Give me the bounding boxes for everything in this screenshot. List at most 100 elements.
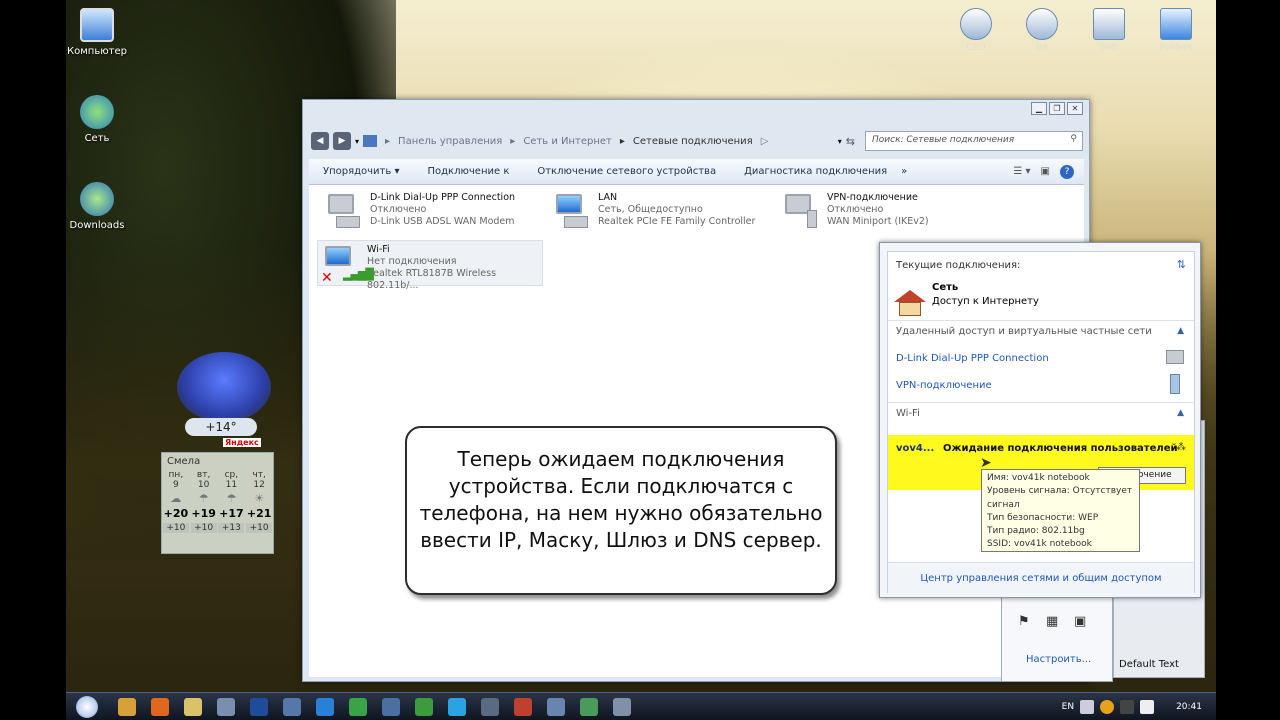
letterbox-right: [1216, 0, 1280, 720]
clock[interactable]: 20:41: [1176, 702, 1202, 712]
skype-icon[interactable]: [448, 697, 466, 716]
maximize-icon[interactable]: ❐: [1049, 102, 1065, 115]
desktop-icon-seo[interactable]: СЕО: [954, 8, 998, 53]
connection-item[interactable]: VPN-подключение Отключено WAN Miniport (…: [778, 189, 1004, 235]
flag-icon[interactable]: ⚑: [1018, 614, 1030, 629]
network-center-link[interactable]: Центр управления сетями и общим доступом: [888, 562, 1194, 593]
desktop-icon-label: Downloads: [69, 220, 125, 231]
connection-item[interactable]: D-Link Dial-Up PPP Connection Отключено …: [321, 189, 547, 235]
connection-device: Realtek RTL8187B Wireless 802.11b/...: [367, 268, 497, 291]
organize-button[interactable]: Упорядочить ▾: [309, 166, 413, 177]
connection-device: Realtek PCIe FE Family Controller: [598, 216, 756, 227]
connection-status: Сеть, Общедоступно: [598, 204, 703, 215]
configure-link[interactable]: Настроить...: [1026, 654, 1091, 665]
minimize-icon[interactable]: ▁: [1031, 102, 1047, 115]
current-connections-label: Текущие подключения:: [896, 260, 1021, 271]
network-tray-icon[interactable]: ▦: [1046, 614, 1058, 629]
camera-icon[interactable]: ▣: [1074, 614, 1086, 629]
connect-to-button[interactable]: Подключение к: [413, 166, 523, 177]
history-dropdown-icon[interactable]: ▾: [838, 137, 842, 146]
tray-app-icon[interactable]: [1120, 699, 1135, 714]
breadcrumb-item[interactable]: Сеть и Интернет: [523, 136, 612, 147]
ie-icon[interactable]: [316, 697, 334, 716]
taskbar: EN 20:41: [66, 692, 1216, 720]
document-icon[interactable]: [217, 697, 235, 716]
breadcrumb-item[interactable]: Сетевые подключения: [633, 136, 753, 147]
weather-gadget[interactable]: +14° Яндекс: [173, 352, 273, 452]
connection-name: D-Link Dial-Up PPP Connection: [370, 192, 516, 203]
connection-name: VPN-подключение: [827, 192, 918, 203]
chevron-down-icon[interactable]: ▾: [355, 137, 359, 146]
forecast-day: чт, 12: [252, 470, 266, 490]
explorer-icon[interactable]: [547, 697, 565, 716]
tooltip-line: сигнал: [987, 499, 1020, 510]
wifi-connection-icon: ✕ ▂▄▆█: [321, 244, 374, 286]
forecast-low: +10: [246, 523, 273, 533]
network-icon: [80, 95, 114, 129]
globe-icon: [80, 182, 114, 216]
flyout-item-dlink[interactable]: D-Link Dial-Up PPP Connection: [896, 353, 1049, 364]
instruction-callout: Теперь ожидаем подключения устройства. Е…: [405, 426, 837, 595]
tray-app-icon[interactable]: [1140, 699, 1155, 714]
desktop-icon-folders[interactable]: Folders: [1154, 8, 1198, 53]
breadcrumb-sep-icon: ▸: [385, 135, 391, 147]
breadcrumb: ▸ Панель управления ▸ Сеть и Интернет ▸ …: [385, 136, 768, 147]
save-icon[interactable]: [283, 697, 301, 716]
utorrent-icon[interactable]: [415, 697, 433, 716]
connection-status: Отключено: [370, 204, 427, 215]
weather-city: Смела: [167, 456, 201, 467]
photoshop-icon[interactable]: [250, 697, 268, 716]
signal-bars-icon: ▂▄▆█: [343, 268, 374, 281]
desktop-icon-int[interactable]: Int: [1020, 8, 1064, 53]
connection-name: Wi-Fi: [367, 244, 390, 255]
refresh-icon[interactable]: ⇆: [846, 135, 855, 148]
clock-icon: [1026, 8, 1058, 40]
media-icon[interactable]: [514, 697, 532, 716]
diagnose-button[interactable]: Диагностика подключения: [730, 166, 901, 177]
close-icon[interactable]: ✕: [1067, 102, 1083, 115]
cloud-icon: ☁: [170, 492, 182, 505]
desktop-icon-computer[interactable]: Компьютер: [62, 8, 132, 57]
forecast-high: +20: [163, 507, 189, 520]
connection-item[interactable]: LAN Сеть, Общедоступно Realtek PCIe FE F…: [549, 189, 775, 235]
firefox-icon[interactable]: [151, 697, 169, 716]
flyout-item-vpn[interactable]: VPN-подключение: [896, 380, 992, 391]
search-input[interactable]: Поиск: Сетевые подключения ⚲: [865, 131, 1083, 151]
tooltip-line: Имя: vov41k notebook: [987, 473, 1090, 483]
tooltip-line: SSID: vov41k notebook: [987, 539, 1092, 550]
tray-app-icon[interactable]: [1100, 699, 1115, 714]
globe-icon[interactable]: [382, 697, 400, 716]
desktop-icon-downloads[interactable]: Downloads: [62, 182, 132, 231]
forward-button[interactable]: ▶: [333, 132, 351, 150]
view-options-icon[interactable]: ☰ ▾: [1013, 166, 1030, 177]
desktop-icon-label: Сеть: [84, 133, 110, 144]
folder-icon[interactable]: [184, 697, 202, 716]
forecast-low: +10: [162, 523, 189, 533]
tray-overflow-panel[interactable]: ⚑ ▦ ▣ Настроить...: [1001, 597, 1113, 682]
monitor-icon[interactable]: [613, 697, 631, 716]
disconnect-device-button[interactable]: Отключение сетевого устройства: [523, 166, 730, 177]
connection-item-wifi[interactable]: ✕ ▂▄▆█ Wi-Fi Нет подключения Realtek RTL…: [317, 240, 543, 291]
refresh-icon[interactable]: ⇅: [1177, 258, 1186, 271]
wifi-network-status: Ожидание подключения пользователей: [943, 443, 1178, 454]
desktop-icon-network[interactable]: Сеть: [62, 95, 132, 144]
desktop-icon-soft[interactable]: Soft: [1087, 8, 1131, 53]
search-icon[interactable]: ⚲: [1070, 134, 1077, 144]
help-icon[interactable]: ?: [1060, 164, 1074, 179]
more-button[interactable]: »: [901, 166, 921, 177]
chrome-icon[interactable]: [349, 697, 367, 716]
back-button[interactable]: ◀: [311, 132, 329, 150]
sun-cloud-icon: ☀: [254, 492, 265, 505]
start-button[interactable]: [76, 695, 98, 718]
avast-icon[interactable]: [118, 697, 136, 716]
app-icon[interactable]: [481, 697, 499, 716]
language-indicator[interactable]: EN: [1062, 702, 1074, 712]
collapse-chevron-icon[interactable]: ▲: [1177, 326, 1184, 336]
preview-pane-icon[interactable]: ▣: [1041, 166, 1050, 177]
tray-expand-icon[interactable]: [1080, 699, 1095, 714]
collapse-chevron-icon[interactable]: ▲: [1177, 408, 1184, 418]
breadcrumb-item[interactable]: Панель управления: [398, 136, 502, 147]
sheet-icon[interactable]: [580, 697, 598, 716]
weather-forecast[interactable]: Смела пн, 9 вт, 10 ср, 11 чт, 12 ☁ ☂ ☂ ☀ +20 +1…: [161, 452, 274, 554]
breadcrumb-sep-icon: ▷: [760, 135, 769, 147]
